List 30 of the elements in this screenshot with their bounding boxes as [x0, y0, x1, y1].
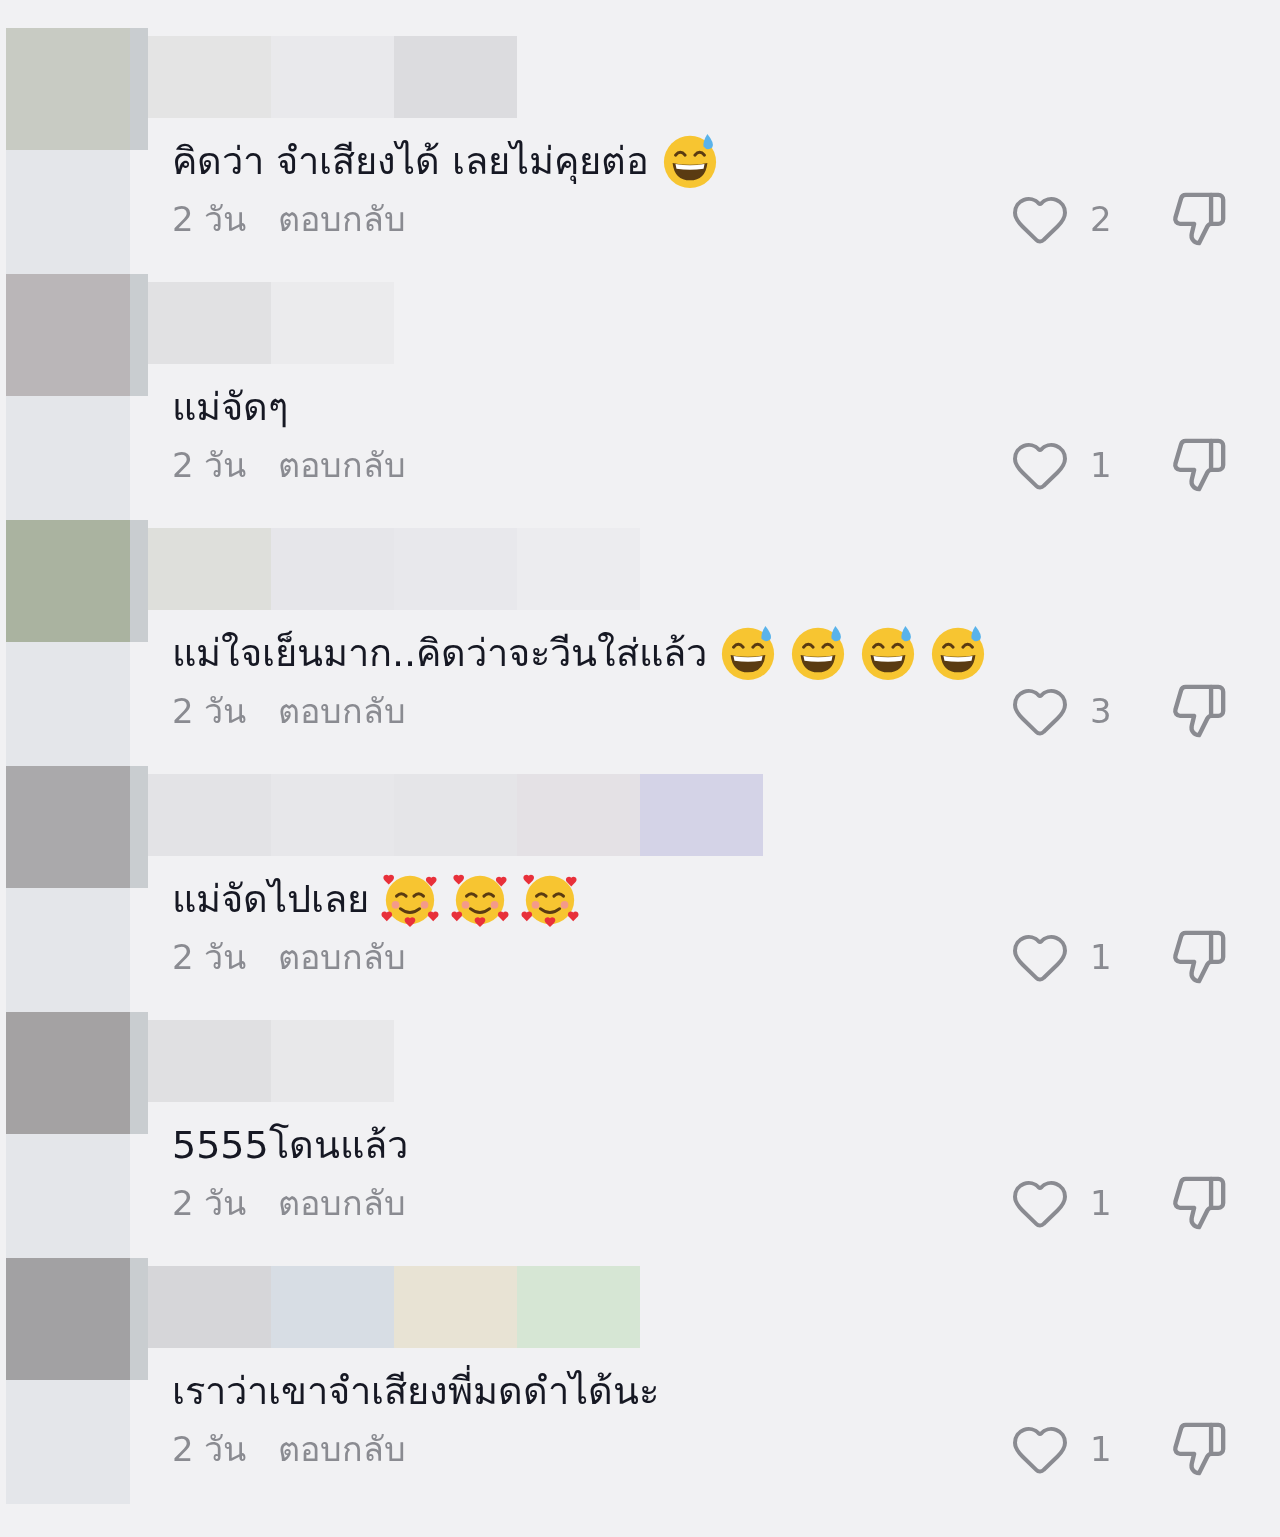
comment-text: แม่จัดๆ: [172, 384, 288, 431]
like-count: 1: [1089, 1429, 1113, 1469]
comment-text: แม่ใจเย็นมาก..คิดว่าจะวีนใส่แล้ว: [172, 629, 708, 677]
like-count: 1: [1089, 937, 1113, 977]
reply-button[interactable]: ตอบกลับ: [278, 930, 407, 984]
reply-button[interactable]: ตอบกลับ: [278, 192, 407, 246]
dislike-button[interactable]: [1170, 1174, 1228, 1232]
comment-date: 2 วัน: [172, 1428, 247, 1471]
comment-date: 2 วัน: [172, 1182, 247, 1225]
comment-date: 2 วัน: [172, 198, 247, 241]
comment-date: 2 วัน: [172, 936, 247, 979]
reply-button[interactable]: ตอบกลับ: [278, 684, 407, 738]
dislike-button[interactable]: [1170, 928, 1228, 986]
reply-button[interactable]: ตอบกลับ: [278, 1422, 407, 1476]
like-count: 1: [1089, 445, 1113, 485]
dislike-button[interactable]: [1170, 190, 1228, 248]
like-count: 2: [1089, 199, 1113, 239]
dislike-button[interactable]: [1170, 682, 1228, 740]
comment-date: 2 วัน: [172, 444, 247, 487]
comment-text: เราว่าเขาจำเสียงพี่มดดำได้นะ: [172, 1364, 659, 1418]
comment-date: 2 วัน: [172, 690, 247, 733]
like-count: 1: [1089, 1183, 1113, 1223]
dislike-button[interactable]: [1170, 1420, 1228, 1478]
comment-text: แม่จัดไปเลย: [172, 876, 369, 923]
comment-text: 5555โดนแล้ว: [172, 1122, 408, 1169]
comment-text: คิดว่า จำเสียงได้ เลยไม่คุยต่อ: [172, 138, 650, 186]
like-count: 3: [1089, 691, 1113, 731]
reply-button[interactable]: ตอบกลับ: [278, 438, 407, 492]
dislike-button[interactable]: [1170, 436, 1228, 494]
reply-button[interactable]: ตอบกลับ: [278, 1176, 407, 1230]
